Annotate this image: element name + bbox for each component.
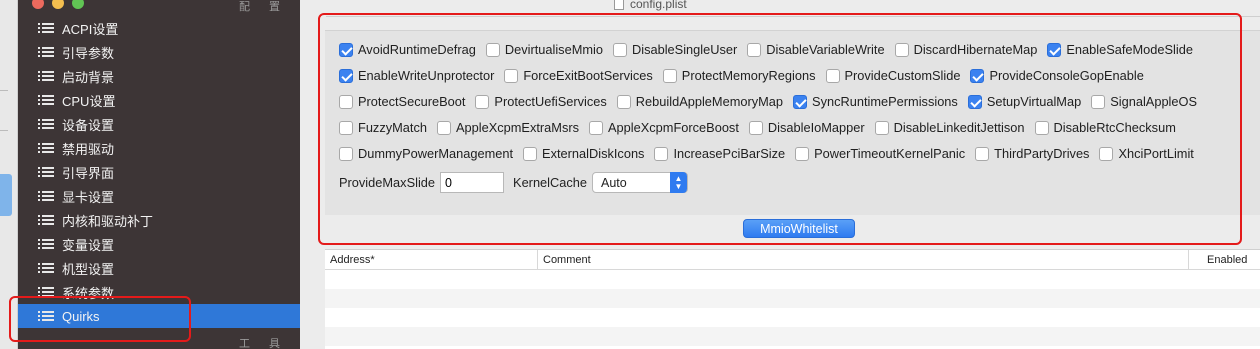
sidebar-item[interactable]: 引导界面 [18, 160, 300, 184]
sidebar-item-label: 设备设置 [62, 117, 115, 133]
sidebar-item-label: 启动背景 [62, 69, 115, 85]
annotation-box-quirks [9, 296, 191, 342]
sidebar-item-label: 禁用驱动 [62, 141, 115, 157]
table-row-empty [325, 327, 1260, 346]
config-section-header: 配 置 [238, 1, 288, 13]
sidebar-item[interactable]: 引导参数 [18, 40, 300, 64]
list-icon [38, 70, 54, 82]
column-header-enabled[interactable]: Enabled [1189, 250, 1260, 269]
table-row-empty [325, 308, 1260, 327]
sidebar-list: ACPI设置 引导参数启动背景 CPU设置设备设置禁用驱动引导界面显卡设置内核和驱动… [18, 16, 300, 328]
sidebar-item-label: 机型设置 [62, 261, 115, 277]
table-row-empty [325, 270, 1260, 289]
list-icon [38, 166, 54, 178]
list-icon [38, 22, 54, 34]
tools-section-header: 工 具 [238, 338, 288, 349]
edge-tick [0, 130, 8, 131]
sidebar-item[interactable]: ACPI设置 [18, 16, 300, 40]
list-icon [38, 214, 54, 226]
sidebar-item-label: 显卡设置 [62, 189, 115, 205]
list-icon [38, 190, 54, 202]
sidebar-item-label: ACPI设置 [62, 21, 119, 37]
sidebar-item-label: 内核和驱动补丁 [62, 213, 154, 229]
sidebar-item[interactable]: 显卡设置 [18, 184, 300, 208]
column-header-comment[interactable]: Comment [538, 250, 1189, 269]
sidebar-item[interactable]: 内核和驱动补丁 [18, 208, 300, 232]
sidebar-item-label: CPU设置 [62, 93, 116, 109]
document-title-label: config.plist [630, 0, 687, 11]
list-icon [38, 118, 54, 130]
sidebar-item[interactable]: 禁用驱动 [18, 136, 300, 160]
sidebar-item[interactable]: CPU设置 [18, 88, 300, 112]
document-title: config.plist [614, 0, 687, 11]
list-icon [38, 46, 54, 58]
window-controls [32, 0, 84, 9]
sidebar-item-label: 变量设置 [62, 237, 115, 253]
close-button[interactable] [32, 0, 44, 9]
mmio-table-header: Address* Comment Enabled [325, 250, 1260, 270]
column-header-address[interactable]: Address* [325, 250, 538, 269]
sidebar-item-label: 引导参数 [62, 45, 115, 61]
zoom-button[interactable] [72, 0, 84, 9]
edge-tick [0, 90, 8, 91]
edge-blue-block [0, 174, 12, 216]
mmio-table: Address* Comment Enabled [325, 249, 1260, 349]
sidebar-item[interactable]: 变量设置 [18, 232, 300, 256]
sidebar-item[interactable]: 启动背景 [18, 64, 300, 88]
table-row-empty [325, 289, 1260, 308]
annotation-box-quirks-panel [318, 13, 1242, 245]
list-icon [38, 142, 54, 154]
list-icon [38, 94, 54, 106]
minimize-button[interactable] [52, 0, 64, 9]
list-icon [38, 238, 54, 250]
sidebar-item[interactable]: 机型设置 [18, 256, 300, 280]
list-icon [38, 262, 54, 274]
document-icon [614, 0, 624, 10]
sidebar-item[interactable]: 设备设置 [18, 112, 300, 136]
sidebar-item-label: 引导界面 [62, 165, 115, 181]
